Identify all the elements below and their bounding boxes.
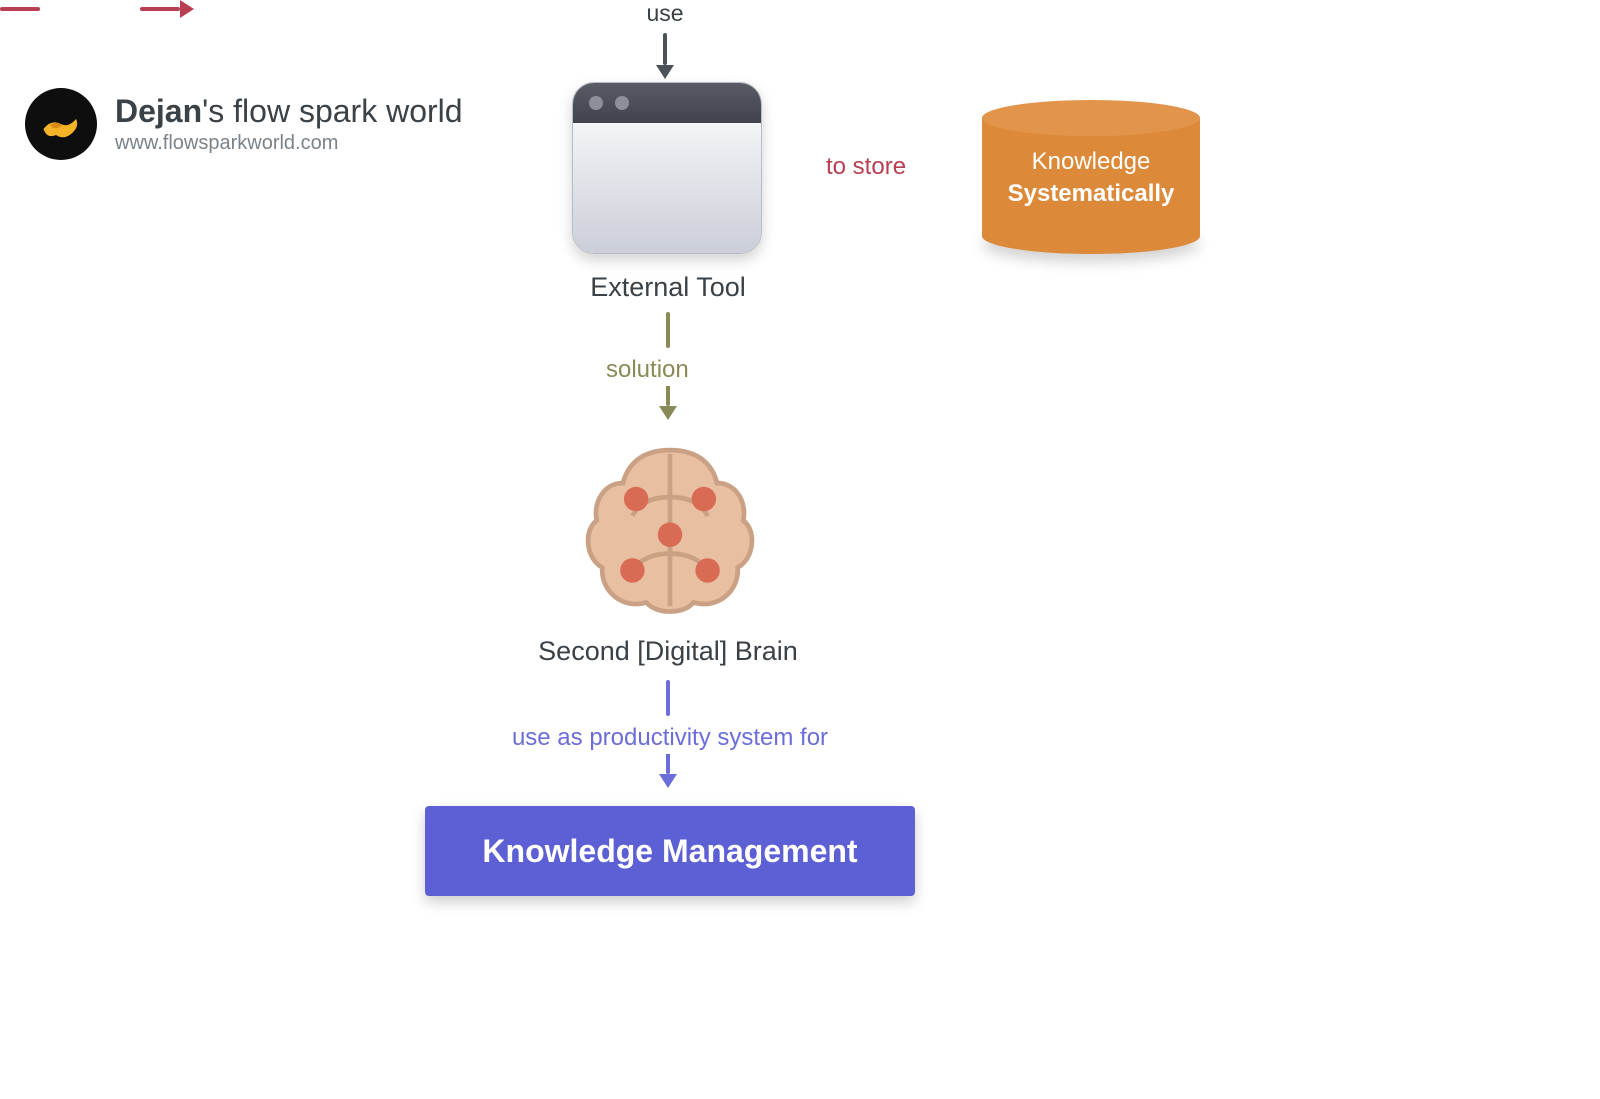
diagram-canvas: Dejan's flow spark world www.flowsparkwo… — [0, 0, 1600, 1099]
brand-title-bold: Dejan — [115, 93, 202, 129]
node-knowledge-management: Knowledge Management — [425, 806, 915, 896]
window-titlebar — [573, 83, 761, 123]
arrow-shaft — [666, 312, 670, 348]
arrow-head-icon — [656, 65, 674, 79]
window-dot-icon — [589, 96, 603, 110]
arrow-shaft — [666, 384, 670, 406]
arrow-shaft — [663, 33, 667, 65]
window-dot-icon — [615, 96, 629, 110]
edge-label-use: use — [646, 0, 683, 27]
node-label-second-brain: Second [Digital] Brain — [478, 636, 858, 667]
edge-label-solution: solution — [600, 354, 695, 386]
external-tool-window-icon — [572, 82, 762, 254]
arrow-head-icon — [180, 0, 194, 18]
arrow-head-icon — [659, 774, 677, 788]
arrow-shaft — [666, 680, 670, 716]
cylinder-text: Knowledge Systematically — [982, 146, 1200, 211]
window-body — [573, 123, 761, 253]
km-label: Knowledge Management — [482, 833, 857, 870]
brand-title-rest: 's flow spark world — [202, 93, 462, 129]
arrow-use: use — [635, 0, 695, 79]
node-label-external-tool: External Tool — [508, 272, 828, 303]
arrow-shaft — [666, 752, 670, 774]
cylinder-line1: Knowledge — [1032, 148, 1151, 175]
brand-text: Dejan's flow spark world www.flowsparkwo… — [115, 93, 463, 155]
knowledge-cylinder: Knowledge Systematically — [982, 100, 1200, 254]
brand-block: Dejan's flow spark world www.flowsparkwo… — [25, 88, 463, 160]
cylinder-top — [982, 100, 1200, 136]
edge-label-to-store: to store — [822, 153, 910, 181]
arrow-shaft — [0, 7, 40, 11]
cylinder-line2: Systematically — [1008, 180, 1175, 207]
brain-icon — [576, 440, 764, 620]
brand-title: Dejan's flow spark world — [115, 93, 463, 130]
arrow-shaft — [140, 7, 180, 11]
edge-label-productivity: use as productivity system for — [445, 722, 895, 754]
brand-logo-icon — [25, 88, 97, 160]
flame-hands-icon — [36, 99, 86, 149]
brand-url: www.flowsparkworld.com — [115, 132, 463, 155]
arrow-to-store — [0, 0, 200, 18]
arrow-head-icon — [659, 406, 677, 420]
